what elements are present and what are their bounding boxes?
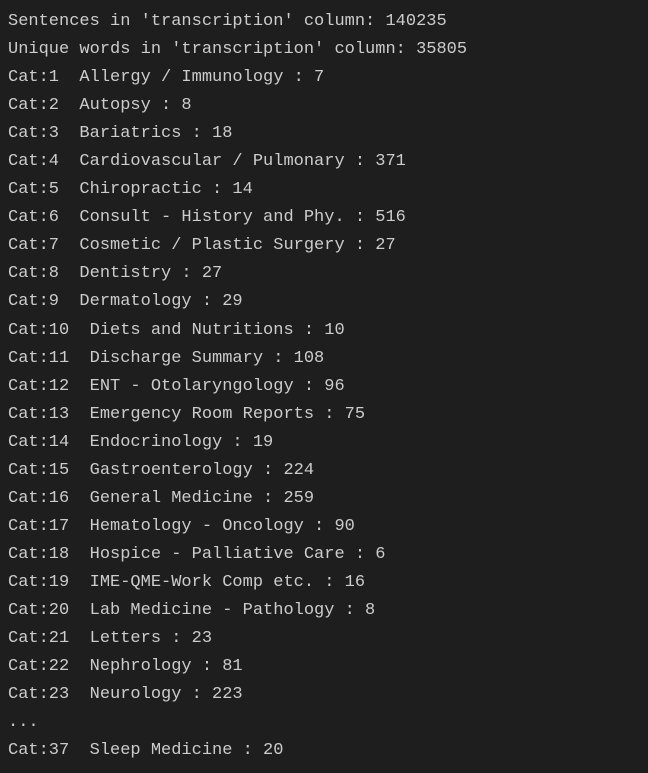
category-line: Cat:20 Lab Medicine - Pathology : 8	[8, 597, 640, 625]
category-line: Cat:9 Dermatology : 29	[8, 288, 640, 316]
sentences-line: Sentences in 'transcription' column: 140…	[8, 8, 640, 36]
category-line: Cat:21 Letters : 23	[8, 625, 640, 653]
category-line: Cat:18 Hospice - Palliative Care : 6	[8, 541, 640, 569]
category-line: Cat:2 Autopsy : 8	[8, 92, 640, 120]
unique-words-label: Unique words in 'transcription' column:	[8, 40, 406, 59]
category-line: Cat:11 Discharge Summary : 108	[8, 345, 640, 373]
category-line: Cat:13 Emergency Room Reports : 75	[8, 401, 640, 429]
category-line: Cat:1 Allergy / Immunology : 7	[8, 64, 640, 92]
category-line: Cat:3 Bariatrics : 18	[8, 120, 640, 148]
tail-list: Cat:37 Sleep Medicine : 20	[8, 737, 640, 765]
category-line: Cat:37 Sleep Medicine : 20	[8, 737, 640, 765]
categories-list: Cat:1 Allergy / Immunology : 7Cat:2 Auto…	[8, 64, 640, 709]
category-line: Cat:5 Chiropractic : 14	[8, 176, 640, 204]
category-line: Cat:14 Endocrinology : 19	[8, 429, 640, 457]
category-line: Cat:22 Nephrology : 81	[8, 653, 640, 681]
category-line: Cat:16 General Medicine : 259	[8, 485, 640, 513]
category-line: Cat:23 Neurology : 223	[8, 681, 640, 709]
category-line: Cat:10 Diets and Nutritions : 10	[8, 317, 640, 345]
category-line: Cat:8 Dentistry : 27	[8, 260, 640, 288]
category-line: Cat:7 Cosmetic / Plastic Surgery : 27	[8, 232, 640, 260]
category-line: Cat:4 Cardiovascular / Pulmonary : 371	[8, 148, 640, 176]
unique-words-count: 35805	[416, 40, 467, 59]
category-line: Cat:6 Consult - History and Phy. : 516	[8, 204, 640, 232]
category-line: Cat:17 Hematology - Oncology : 90	[8, 513, 640, 541]
terminal-output: Sentences in 'transcription' column: 140…	[8, 8, 640, 765]
category-line: Cat:15 Gastroenterology : 224	[8, 457, 640, 485]
sentences-count: 140235	[385, 12, 446, 31]
unique-words-line: Unique words in 'transcription' column: …	[8, 36, 640, 64]
ellipsis-line: ...	[8, 709, 640, 737]
sentences-label: Sentences in 'transcription' column:	[8, 12, 375, 31]
category-line: Cat:12 ENT - Otolaryngology : 96	[8, 373, 640, 401]
category-line: Cat:19 IME-QME-Work Comp etc. : 16	[8, 569, 640, 597]
